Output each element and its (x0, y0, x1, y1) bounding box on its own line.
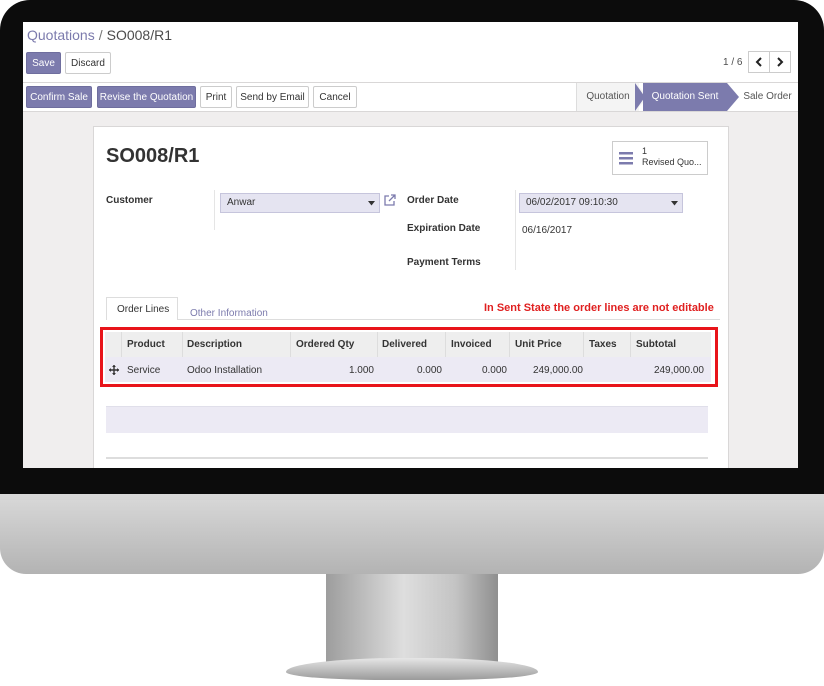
order-date-label: Order Date (407, 195, 459, 206)
cell-subtotal: 249,000.00 (653, 365, 704, 376)
monitor-stand-base (286, 658, 538, 680)
pager-counter: 1 / 6 (723, 57, 743, 68)
pager-next-button[interactable] (769, 51, 791, 73)
screen: Quotations / SO008/R1 Save Discard 1 / 6 C… (23, 22, 798, 468)
cancel-button[interactable]: Cancel (313, 86, 357, 108)
column-divider (630, 332, 631, 357)
cell-description: Odoo Installation (187, 365, 263, 376)
column-header-subtotal: Subtotal (636, 339, 676, 350)
field-divider (515, 190, 516, 270)
print-button[interactable]: Print (200, 86, 232, 108)
revised-quotations-smart-button[interactable]: 1 Revised Quo... (612, 141, 708, 175)
cell-ordered-qty: 1.000 (348, 365, 374, 376)
annotation-note: In Sent State the order lines are not ed… (484, 302, 714, 314)
smart-button-label: Revised Quo... (642, 157, 702, 167)
customer-value: Anwar (227, 197, 256, 208)
customer-label: Customer (106, 195, 153, 206)
empty-row (106, 406, 708, 433)
breadcrumb: Quotations / SO008/R1 (27, 27, 172, 43)
cell-invoiced: 0.000 (481, 365, 507, 376)
tab-order-lines-label: Order Lines (117, 304, 170, 315)
expiration-date-label: Expiration Date (407, 223, 481, 234)
external-link-icon[interactable] (383, 193, 397, 207)
breadcrumb-separator: / (98, 27, 103, 43)
order-lines-table: Product Description Ordered Qty Delivere… (100, 327, 718, 387)
tab-order-lines[interactable]: Order Lines (106, 297, 178, 320)
monitor-chin (0, 494, 824, 574)
caret-down-icon (368, 201, 375, 206)
chevron-left-icon (755, 57, 762, 67)
column-header-product: Product (127, 339, 165, 350)
column-divider (445, 332, 446, 357)
control-panel: Quotations / SO008/R1 Save Discard 1 / 6 (23, 22, 798, 83)
column-divider (182, 332, 183, 357)
drag-handle-icon[interactable] (109, 365, 119, 375)
monitor-stand-neck (326, 574, 498, 666)
pager-previous-button[interactable] (748, 51, 770, 73)
column-header-taxes: Taxes (589, 339, 617, 350)
column-header-delivered: Delivered (382, 339, 428, 350)
expiration-date-value: 06/16/2017 (522, 225, 573, 236)
cell-unit-price: 249,000.00 (532, 365, 583, 376)
send-by-email-button[interactable]: Send by Email (236, 86, 309, 108)
column-header-invoiced: Invoiced (451, 339, 492, 350)
field-divider (214, 190, 215, 230)
caret-down-icon (671, 201, 678, 206)
stage-sale-order[interactable]: Sale Order (737, 83, 798, 111)
breadcrumb-current: SO008/R1 (106, 27, 172, 43)
column-divider (509, 332, 510, 357)
stage-quotation[interactable]: Quotation (576, 83, 639, 111)
column-divider (121, 332, 122, 357)
form-sheet: SO008/R1 1 Revised Quo... Customer Anwar… (93, 126, 729, 468)
tabs-underline (106, 319, 720, 320)
cell-product: Service (127, 365, 161, 376)
payment-terms-label: Payment Terms (407, 257, 481, 268)
smart-button-count: 1 (642, 146, 648, 156)
revise-quotation-button[interactable]: Revise the Quotation (97, 86, 196, 108)
customer-field[interactable]: Anwar (220, 193, 380, 213)
column-header-ordered-qty: Ordered Qty (296, 339, 355, 350)
stage-quotation-sent[interactable]: Quotation Sent (643, 83, 727, 111)
column-divider (377, 332, 378, 357)
confirm-sale-button[interactable]: Confirm Sale (26, 86, 92, 108)
record-title: SO008/R1 (106, 145, 200, 167)
column-header-description: Description (187, 339, 243, 350)
column-divider (583, 332, 584, 357)
cell-delivered: 0.000 (416, 365, 442, 376)
tab-other-information[interactable]: Other Information (190, 308, 268, 319)
order-date-field[interactable]: 06/02/2017 09:10:30 (519, 193, 683, 213)
table-footer-line (106, 457, 708, 459)
save-button[interactable]: Save (26, 52, 61, 74)
hamburger-icon (619, 152, 633, 165)
chevron-right-icon (777, 57, 784, 67)
column-divider (290, 332, 291, 357)
statusbar: Confirm Sale Revise the Quotation Print … (23, 83, 798, 112)
order-date-value: 06/02/2017 09:10:30 (526, 197, 618, 208)
breadcrumb-quotations-link[interactable]: Quotations (27, 27, 95, 43)
column-header-unit-price: Unit Price (515, 339, 562, 350)
discard-button[interactable]: Discard (65, 52, 111, 74)
